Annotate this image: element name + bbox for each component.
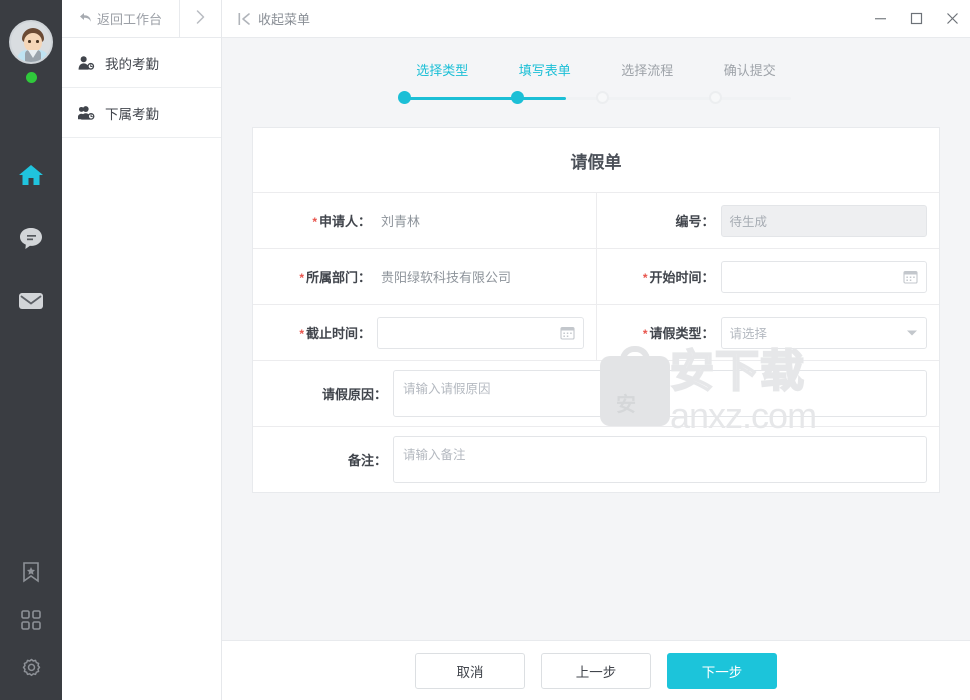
department-value: 贵阳绿软科技有限公司 (381, 270, 512, 285)
leave-form-card: 请假单 * 申请人： 刘青林 编号： 待生成 * 所属部门： 贵阳绿软科技有限公… (252, 127, 940, 493)
rail-primary-icons (17, 161, 45, 315)
form-row-department-start: * 所属部门： 贵阳绿软科技有限公司 * 开始时间： (253, 249, 939, 305)
form-row-remark: 备注： 请输入备注 (253, 427, 939, 492)
step-label-4[interactable]: 确认提交 (699, 60, 802, 79)
step-dot-3[interactable] (596, 91, 609, 104)
left-icon-rail (0, 0, 62, 700)
step-labels: 选择类型 填写表单 选择流程 确认提交 (391, 60, 801, 79)
number-input: 待生成 (720, 204, 927, 237)
rail-secondary-icons (17, 558, 45, 682)
number-placeholder: 待生成 (729, 215, 768, 229)
reason-placeholder: 请输入请假原因 (403, 382, 491, 396)
remark-placeholder: 请输入备注 (403, 448, 466, 462)
sidebar-item-label: 我的考勤 (105, 56, 159, 72)
main-area: 收起菜单 选择类型 填写表单 选择流程 确认提交 请假单 * 申请人： 刘青林 … (222, 0, 970, 700)
back-arrow-icon (79, 11, 92, 26)
field-start-time: * 开始时间： (597, 249, 940, 304)
title-bar: 收起菜单 (222, 0, 970, 38)
number-label: 编号： (675, 214, 715, 229)
collapse-menu-label: 收起菜单 (258, 12, 311, 27)
leave-type-label: * 请假类型： (642, 326, 715, 341)
step-label-1[interactable]: 选择类型 (391, 60, 494, 79)
cancel-button[interactable]: 取消 (415, 652, 525, 689)
reason-textarea[interactable]: 请输入请假原因 (393, 370, 927, 417)
calendar-icon[interactable] (903, 269, 918, 284)
step-track (391, 91, 801, 105)
chevron-right-icon (196, 9, 205, 28)
sidebar-item-label: 下属考勤 (105, 106, 159, 122)
form-row-applicant: * 申请人： 刘青林 编号： 待生成 (253, 193, 939, 249)
required-mark: * (299, 271, 304, 285)
person-clock-icon (78, 54, 95, 71)
start-time-input[interactable] (720, 260, 927, 293)
step-label-3[interactable]: 选择流程 (596, 60, 699, 79)
return-to-workbench-button[interactable]: 返回工作台 (62, 0, 179, 37)
chevron-down-icon (906, 329, 918, 337)
sidebar-item-subordinate-attendance[interactable]: 下属考勤 (62, 88, 221, 138)
remark-textarea[interactable]: 请输入备注 (393, 436, 927, 483)
application-window: 返回工作台 我的考勤 下属考勤 收起菜单 选择类型 填写表单 选择流程 确认提交… (0, 0, 970, 700)
return-to-workbench-label: 返回工作台 (96, 12, 162, 27)
avatar-eye-right (36, 40, 39, 43)
apps-grid-icon[interactable] (17, 606, 45, 634)
close-button[interactable] (934, 0, 970, 37)
required-mark: * (299, 327, 304, 341)
form-row-endtime-type: * 截止时间： * 请假类型： 请选择 (253, 305, 939, 361)
field-applicant: * 申请人： 刘青林 (253, 193, 597, 248)
department-label: * 所属部门： (299, 270, 371, 285)
next-step-button[interactable]: 下一步 (667, 652, 777, 689)
form-footer: 取消 上一步 下一步 (222, 640, 970, 700)
maximize-button[interactable] (898, 0, 934, 37)
window-controls (862, 0, 970, 37)
applicant-value: 刘青林 (381, 214, 421, 229)
field-leave-type: * 请假类型： 请选择 (597, 305, 940, 360)
settings-gear-icon[interactable] (17, 654, 45, 682)
home-icon[interactable] (17, 161, 45, 189)
required-mark: * (312, 215, 317, 229)
leave-type-select[interactable]: 请选择 (720, 316, 927, 349)
reason-label: 请假原因： (321, 387, 387, 402)
leave-type-placeholder: 请选择 (729, 327, 768, 341)
field-department: * 所属部门： 贵阳绿软科技有限公司 (253, 249, 597, 304)
sidebar-item-my-attendance[interactable]: 我的考勤 (62, 38, 221, 88)
status-online-dot (25, 72, 37, 83)
required-mark: * (642, 271, 648, 285)
content-panel: 选择类型 填写表单 选择流程 确认提交 请假单 * 申请人： 刘青林 编号： 待… (222, 38, 970, 640)
form-title: 请假单 (253, 128, 939, 193)
field-remark: 备注： 请输入备注 (253, 427, 939, 492)
avatar[interactable] (9, 20, 53, 64)
start-time-label: * 开始时间： (642, 270, 715, 285)
avatar-face (24, 33, 42, 52)
collapse-left-icon (238, 12, 251, 26)
sidebar-header: 返回工作台 (62, 0, 221, 38)
step-dot-4[interactable] (709, 91, 722, 104)
collapse-menu-button[interactable]: 收起菜单 (222, 9, 310, 28)
step-dot-1[interactable] (398, 91, 411, 104)
field-reason: 请假原因： 请输入请假原因 (253, 361, 939, 426)
previous-step-button[interactable]: 上一步 (541, 652, 651, 689)
avatar-eye-left (28, 40, 31, 43)
minimize-button[interactable] (862, 0, 898, 37)
applicant-label: * 申请人： (312, 214, 371, 229)
form-row-reason: 请假原因： 请输入请假原因 (253, 361, 939, 427)
people-clock-icon (78, 104, 95, 121)
bookmark-star-icon[interactable] (17, 558, 45, 586)
step-track-progress (401, 96, 566, 100)
end-time-label: * 截止时间： (299, 326, 371, 341)
calendar-icon[interactable] (559, 325, 575, 340)
sidebar: 返回工作台 我的考勤 下属考勤 (62, 0, 222, 700)
remark-label: 备注： (347, 453, 387, 468)
end-time-input[interactable] (377, 316, 584, 349)
step-indicator: 选择类型 填写表单 选择流程 确认提交 (222, 38, 970, 105)
field-end-time: * 截止时间： (253, 305, 597, 360)
forward-chevron-button[interactable] (179, 0, 221, 37)
step-dot-2[interactable] (511, 91, 524, 104)
step-label-2[interactable]: 填写表单 (494, 60, 597, 79)
mail-icon[interactable] (17, 287, 45, 315)
field-number: 编号： 待生成 (597, 193, 940, 248)
chat-icon[interactable] (17, 224, 45, 252)
avatar-block (9, 20, 53, 83)
required-mark: * (642, 327, 648, 341)
